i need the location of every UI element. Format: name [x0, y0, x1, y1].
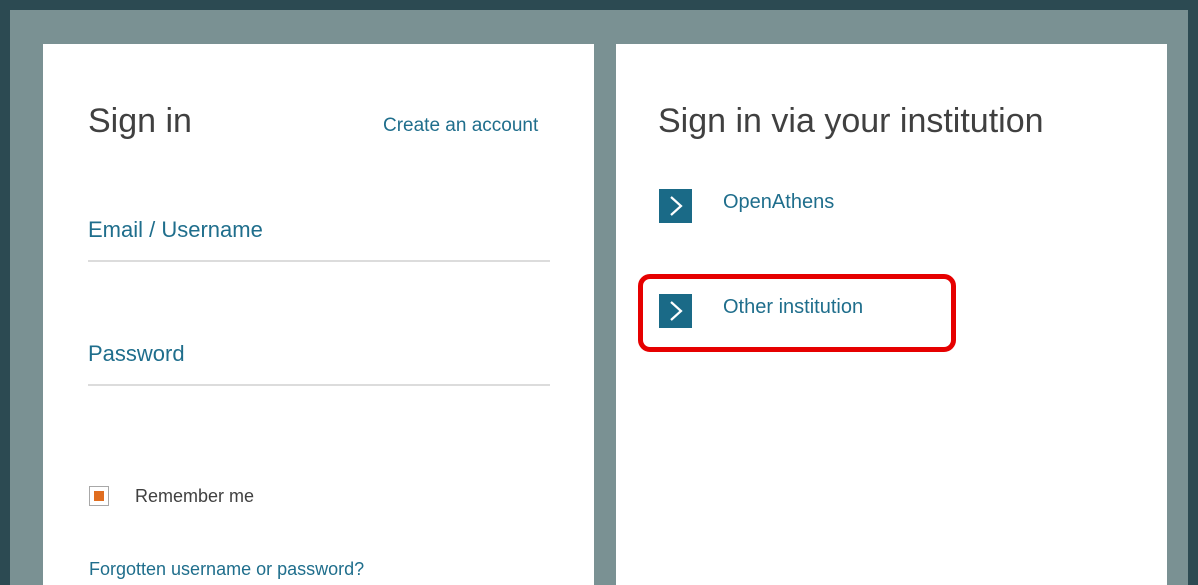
- sign-in-title: Sign in: [88, 102, 192, 140]
- email-input[interactable]: [88, 214, 554, 262]
- sign-in-panel: Sign in Create an account Email / Userna…: [43, 44, 594, 585]
- chevron-right-icon[interactable]: [659, 294, 692, 328]
- institution-title: Sign in via your institution: [658, 102, 1044, 140]
- email-field[interactable]: Email / Username: [88, 214, 554, 262]
- page-frame: Sign in Create an account Email / Userna…: [10, 10, 1188, 585]
- checkbox-checked-mark: [94, 491, 104, 501]
- forgot-credentials-link[interactable]: Forgotten username or password?: [89, 560, 364, 578]
- remember-me[interactable]: Remember me: [89, 486, 254, 506]
- other-institution-label[interactable]: Other institution: [723, 297, 863, 317]
- openathens-option[interactable]: OpenAthens: [659, 189, 834, 223]
- other-institution-option[interactable]: Other institution: [659, 294, 863, 328]
- remember-me-checkbox[interactable]: [89, 486, 109, 506]
- institution-panel: Sign in via your institution OpenAthens …: [616, 44, 1167, 585]
- create-account-link[interactable]: Create an account: [383, 116, 538, 135]
- password-input[interactable]: [88, 338, 554, 386]
- openathens-label[interactable]: OpenAthens: [723, 192, 834, 212]
- chevron-right-icon[interactable]: [659, 189, 692, 223]
- password-field[interactable]: Password: [88, 338, 554, 386]
- remember-me-label: Remember me: [135, 486, 255, 506]
